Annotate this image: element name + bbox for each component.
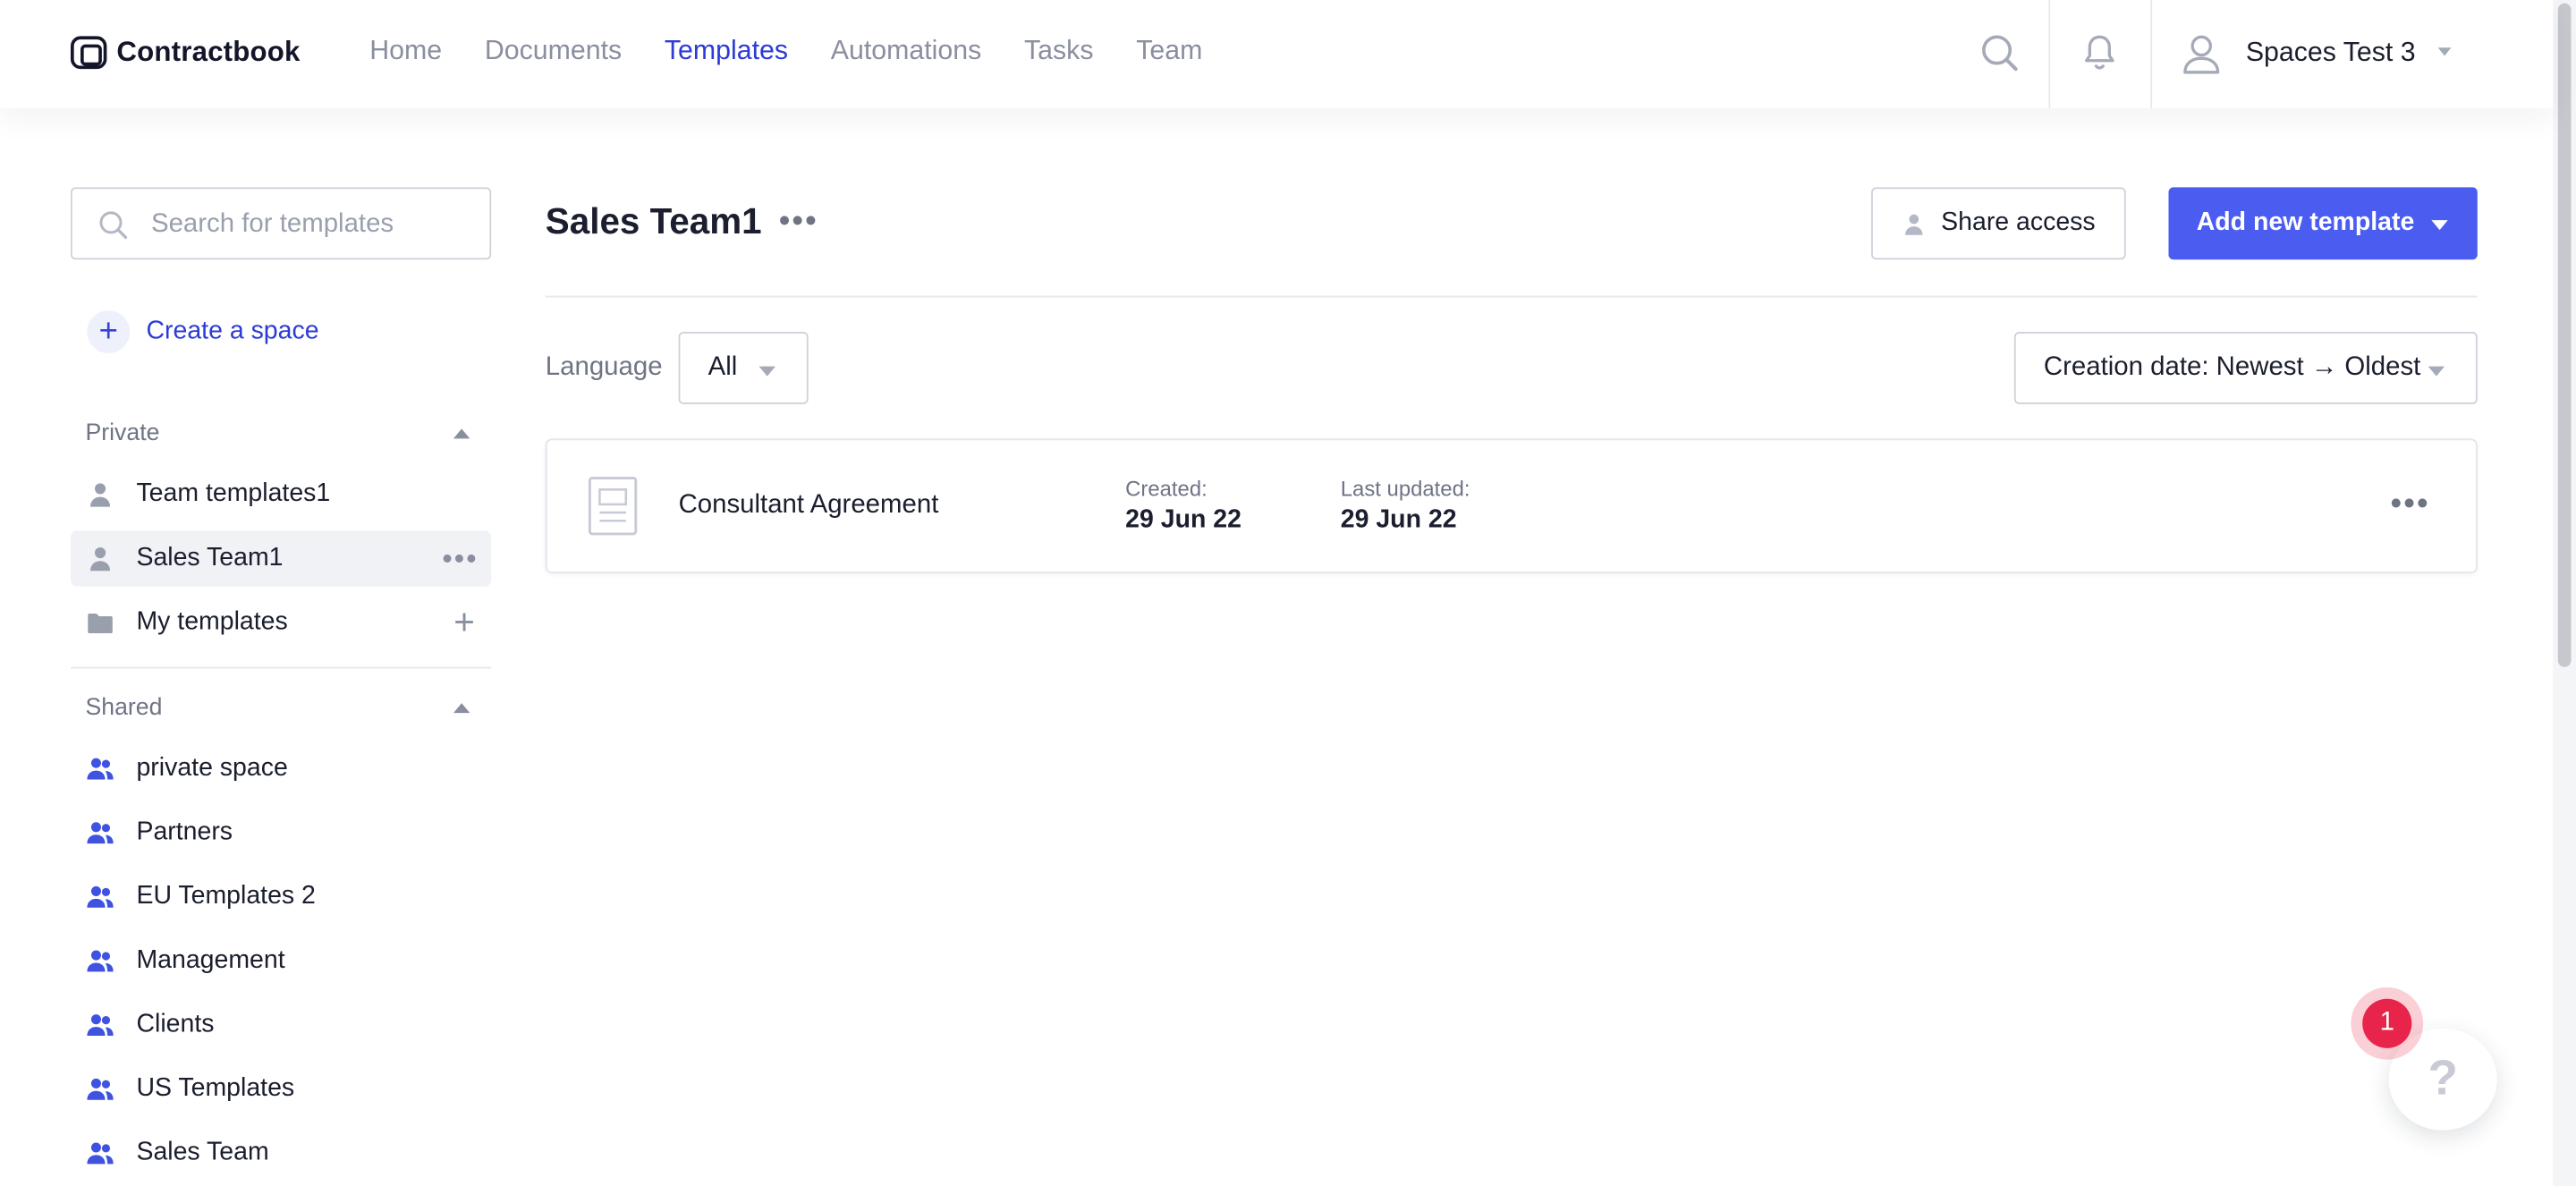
search-icon [99, 211, 128, 240]
user-icon[interactable] [2182, 33, 2221, 76]
people-icon [87, 1014, 114, 1037]
sidebar-item-private-space[interactable]: private space [71, 741, 491, 796]
chevron-down-icon [758, 366, 775, 377]
people-icon [87, 1078, 114, 1100]
nav-documents[interactable]: Documents [485, 36, 622, 67]
updated-date: 29 Jun 22 [1340, 505, 1457, 534]
sidebar-item-clients[interactable]: Clients [71, 997, 491, 1053]
nav-templates[interactable]: Templates [665, 36, 788, 67]
sort-select-value: Creation date: Newest → Oldest [2043, 352, 2421, 382]
collapse-shared-icon[interactable] [453, 703, 470, 714]
collapse-private-icon[interactable] [453, 428, 470, 439]
sidebar-item-label: Sales Team [136, 1138, 269, 1167]
share-access-label: Share access [1941, 208, 2096, 237]
notification-badge[interactable]: 1 [2362, 998, 2412, 1048]
template-name[interactable]: Consultant Agreement [679, 491, 939, 521]
create-space-label: Create a space [146, 317, 319, 345]
sidebar-item-my-templates[interactable]: My templates + [71, 595, 491, 650]
person-icon [90, 547, 111, 572]
sidebar-item-label: Management [136, 945, 285, 975]
logo[interactable]: Contractbook [70, 36, 301, 70]
app-window: Contractbook Home Documents Templates Au… [0, 0, 2576, 1186]
header-divider [2150, 0, 2153, 109]
private-section-title: Private [85, 420, 160, 447]
header-divider [545, 295, 2478, 298]
people-icon [87, 1142, 114, 1165]
sidebar-item-eu-templates-2[interactable]: EU Templates 2 [71, 869, 491, 925]
page-title: Sales Team1 [545, 200, 762, 242]
sidebar-item-label: My templates [136, 607, 288, 636]
add-new-template-button[interactable]: Add new template [2168, 187, 2478, 260]
sidebar-item-team-templates1[interactable]: Team templates1 [71, 467, 491, 522]
nav-automations[interactable]: Automations [831, 36, 981, 67]
logo-text: Contractbook [116, 36, 301, 68]
sidebar-divider [70, 666, 492, 669]
sidebar-item-us-templates[interactable]: US Templates [71, 1062, 491, 1117]
user-name[interactable]: Spaces Test 3 [2246, 38, 2416, 69]
template-search[interactable] [70, 187, 492, 260]
share-access-button[interactable]: Share access [1871, 187, 2126, 260]
chevron-down-icon [2428, 366, 2445, 377]
nav-team[interactable]: Team [1136, 36, 1202, 67]
folder-icon [88, 614, 113, 634]
bell-icon[interactable] [2081, 33, 2117, 72]
sidebar-item-label: Sales Team1 [136, 543, 284, 572]
person-icon [1904, 213, 1922, 234]
chevron-down-icon[interactable] [2437, 47, 2452, 56]
sidebar-item-label: US Templates [136, 1074, 295, 1103]
main-nav: Home Documents Templates Automations Tas… [369, 36, 1202, 67]
people-icon [87, 885, 114, 908]
add-icon[interactable]: + [453, 601, 475, 644]
sidebar-item-management[interactable]: Management [71, 933, 491, 988]
more-options-icon[interactable]: ••• [2390, 487, 2429, 524]
people-icon [87, 822, 114, 844]
scrollbar[interactable] [2553, 0, 2576, 1186]
header-divider [2048, 0, 2051, 109]
plus-icon: + [87, 310, 131, 353]
sidebar-item-sales-team1[interactable]: Sales Team1 ••• [70, 530, 492, 587]
search-icon[interactable] [1979, 33, 2019, 72]
search-input[interactable] [150, 205, 472, 245]
add-new-template-label: Add new template [2196, 208, 2415, 237]
people-icon [87, 950, 114, 972]
sort-select[interactable]: Creation date: Newest → Oldest [2013, 332, 2478, 404]
more-options-icon[interactable]: ••• [779, 204, 818, 241]
more-options-icon[interactable]: ••• [442, 542, 478, 577]
person-icon [90, 483, 111, 507]
logo-mark-icon [70, 36, 107, 70]
created-label: Created: [1125, 476, 1208, 502]
question-icon: ? [2428, 1051, 2459, 1106]
language-filter-label: Language [545, 352, 663, 382]
shared-section-title: Shared [85, 694, 163, 722]
people-icon [87, 758, 114, 780]
sidebar-item-label: Team templates1 [136, 479, 331, 508]
language-select[interactable]: All [678, 332, 809, 404]
document-icon [588, 477, 638, 536]
sidebar-item-partners[interactable]: Partners [71, 805, 491, 860]
sidebar-item-sales-team[interactable]: Sales Team [71, 1125, 491, 1181]
sidebar-item-label: EU Templates 2 [136, 882, 316, 911]
top-navbar: Contractbook Home Documents Templates Au… [0, 0, 2554, 109]
template-row[interactable]: Consultant Agreement Created: 29 Jun 22 … [545, 438, 2478, 574]
sidebar-item-label: Partners [136, 817, 233, 846]
updated-label: Last updated: [1340, 476, 1470, 502]
nav-home[interactable]: Home [369, 36, 442, 67]
nav-tasks[interactable]: Tasks [1024, 36, 1093, 67]
sidebar-item-label: private space [136, 754, 288, 783]
sidebar-item-label: Clients [136, 1010, 215, 1038]
scrollbar-thumb[interactable] [2557, 3, 2572, 667]
create-space-button[interactable]: + Create a space [87, 310, 319, 353]
language-select-value: All [708, 352, 738, 382]
chevron-down-icon [2431, 220, 2448, 231]
created-date: 29 Jun 22 [1125, 505, 1241, 534]
